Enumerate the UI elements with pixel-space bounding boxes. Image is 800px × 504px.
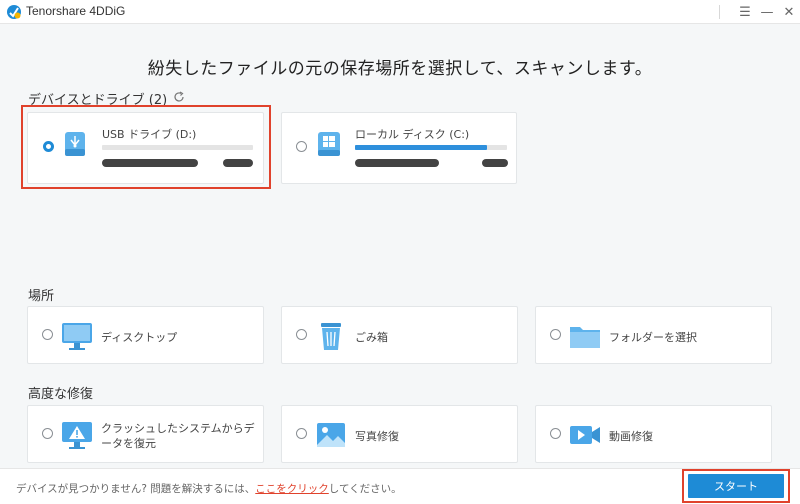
- drive-radio-local[interactable]: [296, 141, 307, 152]
- minimize-icon[interactable]: —: [756, 0, 778, 24]
- repair-section-label: 高度な修復: [28, 387, 94, 402]
- repair-label-video: 動画修復: [609, 430, 653, 443]
- repair-label-crashed-system: クラッシュしたシステムからデータを復元: [101, 422, 255, 450]
- location-radio-trash[interactable]: [296, 329, 307, 340]
- repair-crashed-system[interactable]: クラッシュしたシステムからデータを復元: [27, 405, 264, 463]
- trash-icon: [321, 323, 341, 350]
- desktop-icon: [62, 323, 92, 350]
- location-radio-folder[interactable]: [550, 329, 561, 340]
- drive-radio-usb[interactable]: [43, 141, 54, 152]
- redacted-info: [355, 159, 439, 167]
- controls-divider: [719, 5, 720, 19]
- footer-help-suffix: してください。: [328, 483, 402, 495]
- repair-radio-photo[interactable]: [296, 428, 307, 439]
- location-label-folder: フォルダーを選択: [609, 331, 697, 344]
- drive-name-usb: USB ドライブ (D:): [102, 128, 197, 141]
- redacted-info: [102, 159, 198, 167]
- repair-video[interactable]: 動画修復: [535, 405, 772, 463]
- redacted-info: [482, 159, 508, 167]
- repair-radio-video[interactable]: [550, 428, 561, 439]
- location-section-label: 場所: [28, 289, 55, 304]
- drive-usage-bar-usb: [102, 145, 253, 150]
- redacted-info: [223, 159, 253, 167]
- start-button[interactable]: スタート: [688, 474, 784, 498]
- folder-icon: [570, 327, 600, 348]
- location-desktop[interactable]: ディスクトップ: [27, 306, 264, 364]
- location-folder[interactable]: フォルダーを選択: [535, 306, 772, 364]
- drive-name-local: ローカル ディスク (C:): [355, 128, 470, 141]
- drive-usage-fill-local: [355, 145, 488, 150]
- location-trash[interactable]: ごみ箱: [281, 306, 518, 364]
- help-link[interactable]: ここをクリック: [255, 483, 329, 495]
- page-title: 紛失したファイルの元の保存場所を選択して、スキャンします。: [147, 59, 653, 79]
- location-label-desktop: ディスクトップ: [101, 331, 178, 344]
- usb-drive-icon: [65, 132, 85, 156]
- menu-icon[interactable]: ☰: [734, 0, 756, 24]
- drive-card-usb[interactable]: USB ドライブ (D:): [27, 112, 264, 184]
- window-controls: ☰ — ✕: [719, 0, 800, 24]
- close-icon[interactable]: ✕: [778, 0, 800, 24]
- app-logo-icon: [7, 5, 21, 19]
- location-radio-desktop[interactable]: [42, 329, 53, 340]
- crashed-system-icon: [62, 422, 92, 449]
- repair-radio-crashed-system[interactable]: [42, 428, 53, 439]
- repair-label-photo: 写真修復: [355, 430, 399, 443]
- drive-usage-bar-local: [355, 145, 507, 150]
- drive-card-local[interactable]: ローカル ディスク (C:): [281, 112, 517, 184]
- footer-help-prefix: デバイスが見つかりません? 問題を解決するには、: [16, 483, 256, 495]
- repair-photo[interactable]: 写真修復: [281, 405, 518, 463]
- title-bar: Tenorshare 4DDiG ☰ — ✕: [0, 0, 800, 24]
- footer-help-text: デバイスが見つかりません? 問題を解決するには、ここをクリックしてください。: [16, 481, 402, 496]
- photo-icon: [317, 423, 345, 447]
- refresh-icon[interactable]: [173, 91, 185, 103]
- windows-disk-icon: [318, 132, 340, 156]
- devices-section-label: デバイスとドライブ (2): [28, 93, 168, 108]
- video-icon: [570, 426, 600, 444]
- footer-bar: デバイスが見つかりません? 問題を解決するには、ここをクリックしてください。: [0, 468, 800, 504]
- location-label-trash: ごみ箱: [355, 331, 388, 344]
- app-title: Tenorshare 4DDiG: [26, 4, 126, 18]
